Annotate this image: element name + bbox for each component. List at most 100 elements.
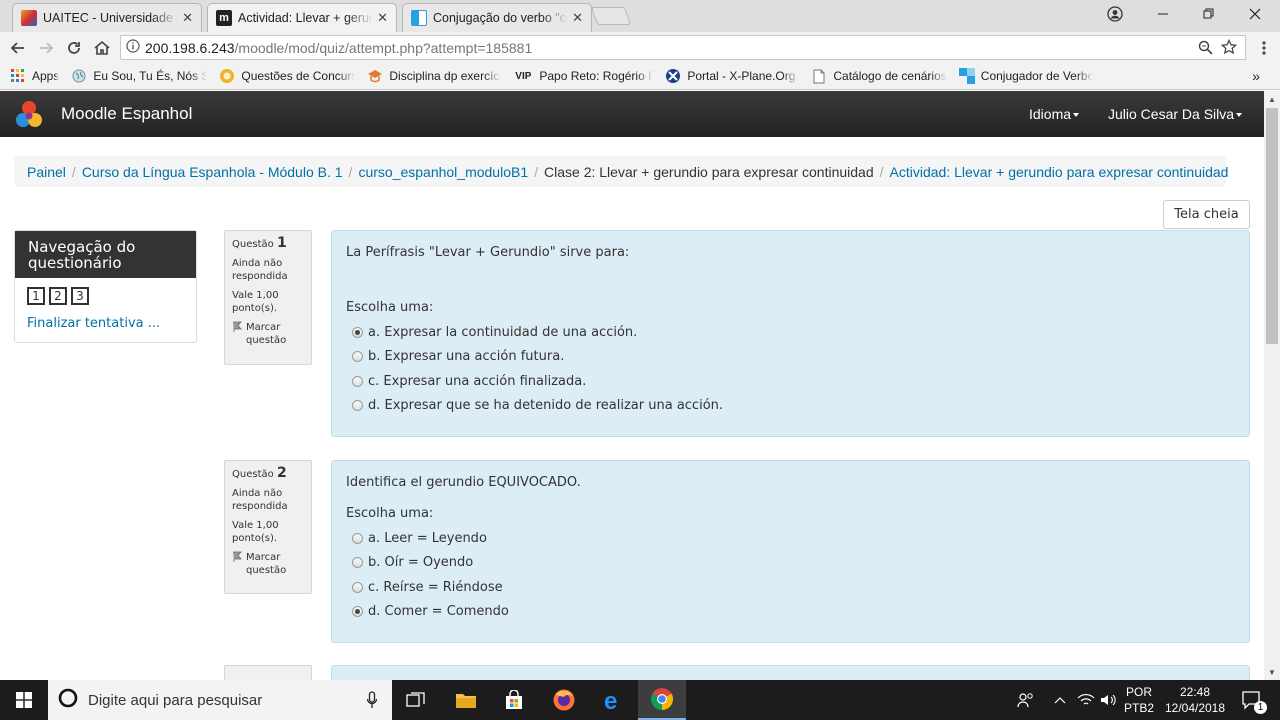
moodle-logo-icon[interactable] — [14, 100, 44, 130]
people-icon[interactable] — [1012, 680, 1040, 720]
radio-icon[interactable] — [352, 351, 363, 363]
close-tab-icon[interactable]: ✕ — [572, 10, 583, 26]
bookmark-questoes[interactable]: Questões de Concurs — [219, 68, 355, 84]
address-bar[interactable]: 200.198.6.243/moodle/mod/quiz/attempt.ph… — [120, 35, 1246, 60]
task-view-icon[interactable] — [392, 680, 440, 720]
radio-icon[interactable] — [352, 400, 363, 412]
firefox-icon[interactable] — [540, 680, 588, 720]
tab-title: Conjugação do verbo "co — [433, 11, 569, 25]
show-hidden-icons-chevron-up-icon[interactable] — [1050, 680, 1070, 720]
language-menu[interactable]: Idioma — [1029, 106, 1080, 122]
windows-start-icon[interactable] — [0, 680, 48, 720]
answer-label[interactable]: c. Reírse = Riéndose — [368, 580, 503, 595]
answer-option-b[interactable]: b. Expresar una acción futura. — [346, 345, 1235, 370]
answer-option-a[interactable]: a. Leer = Leyendo — [346, 526, 1235, 551]
browser-tab-actividad[interactable]: m Actividad: Llevar + gerun ✕ — [207, 3, 397, 32]
answer-option-c[interactable]: c. Expresar una acción finalizada. — [346, 369, 1235, 394]
browser-tab-uaitec[interactable]: UAITEC - Universidade A ✕ — [12, 3, 202, 32]
file-explorer-icon[interactable] — [442, 680, 490, 720]
chrome-icon[interactable] — [638, 680, 686, 720]
answer-option-d[interactable]: d. Expresar que se ha detenido de realiz… — [346, 394, 1235, 419]
scroll-down-arrow-icon[interactable]: ▼ — [1264, 664, 1280, 680]
close-tab-icon[interactable]: ✕ — [377, 10, 388, 26]
answer-label[interactable]: c. Expresar una acción finalizada. — [368, 374, 586, 389]
edge-icon[interactable]: e — [590, 680, 638, 720]
finish-attempt-link[interactable]: Finalizar tentativa ... — [27, 316, 160, 331]
bookmark-eu-sou[interactable]: Eu Sou, Tu És, Nós Sc — [71, 68, 207, 84]
answer-option-b[interactable]: b. Oír = Oyendo — [346, 551, 1235, 576]
question-3-info — [224, 665, 312, 680]
input-language-indicator[interactable]: POR PTB2 — [1122, 680, 1156, 720]
system-clock[interactable]: 22:48 12/04/2018 — [1160, 680, 1230, 720]
bookmark-disciplina[interactable]: Disciplina dp exercíci — [367, 68, 501, 84]
user-menu[interactable]: Julio Cesar Da Silva — [1108, 106, 1243, 122]
browser-tab-conjugacao[interactable]: Conjugação do verbo "co ✕ — [402, 3, 592, 32]
radio-selected-icon[interactable] — [352, 606, 363, 618]
volume-icon[interactable] — [1098, 680, 1120, 720]
question-3-content — [331, 665, 1250, 680]
bookmark-xplane[interactable]: Portal - X-Plane.Org F — [665, 68, 799, 84]
bookmark-apps[interactable]: Apps — [10, 68, 59, 84]
forward-arrow-icon[interactable] — [34, 36, 58, 60]
site-info-icon[interactable] — [121, 39, 145, 56]
chevron-down-icon — [1236, 113, 1243, 118]
radio-icon[interactable] — [352, 581, 363, 593]
apps-grid-icon — [10, 68, 26, 84]
questoes-icon — [219, 68, 235, 84]
breadcrumb-course[interactable]: Curso da Língua Espanhola - Módulo B. 1 — [82, 164, 343, 180]
bookmark-papo-reto[interactable]: VIP Papo Reto: Rogério Fe — [513, 68, 653, 84]
answer-label[interactable]: d. Expresar que se ha detenido de realiz… — [368, 398, 723, 413]
answer-label[interactable]: b. Expresar una acción futura. — [368, 349, 564, 364]
radio-icon[interactable] — [352, 532, 363, 544]
breadcrumb-activity[interactable]: Actividad: Llevar + gerundio para expres… — [890, 164, 1229, 180]
scrollbar-thumb[interactable] — [1266, 108, 1278, 344]
answer-option-d[interactable]: d. Comer = Comendo — [346, 600, 1235, 625]
minimize-window-icon[interactable] — [1140, 0, 1186, 28]
question-number: Questão 1 — [232, 235, 287, 251]
action-center-icon[interactable]: 1 — [1234, 680, 1270, 720]
disciplina-icon — [367, 68, 383, 84]
uaitec-favicon-icon — [21, 10, 37, 26]
bookmark-star-icon[interactable] — [1220, 38, 1238, 58]
back-arrow-icon[interactable] — [6, 36, 30, 60]
zoom-magnifier-icon[interactable] — [1198, 40, 1213, 58]
close-tab-icon[interactable]: ✕ — [182, 10, 193, 26]
quiz-nav-question-3[interactable]: 3 — [71, 287, 89, 305]
answer-option-c[interactable]: c. Reírse = Riéndose — [346, 575, 1235, 600]
question-text: Identifica el gerundio EQUIVOCADO. — [346, 475, 581, 490]
answer-option-a[interactable]: a. Expresar la continuidad de una acción… — [346, 320, 1235, 345]
question-state: Ainda não respondida — [232, 258, 288, 282]
flag-question-toggle[interactable]: Marcar questão — [232, 551, 304, 577]
quiz-nav-question-2[interactable]: 2 — [49, 287, 67, 305]
wifi-icon[interactable] — [1074, 680, 1098, 720]
bookmark-catalogo[interactable]: Catálogo de cenários — [811, 68, 947, 84]
page-scrollbar[interactable]: ▲ ▼ — [1264, 91, 1280, 680]
bookmark-conjugador[interactable]: Conjugador de Verbo — [958, 68, 1093, 84]
bookmarks-overflow-icon[interactable]: » — [1252, 68, 1260, 84]
radio-icon[interactable] — [352, 557, 363, 569]
quiz-nav-question-1[interactable]: 1 — [27, 287, 45, 305]
answer-label[interactable]: a. Expresar la continuidad de una acción… — [368, 325, 637, 340]
store-bag-icon[interactable] — [490, 680, 538, 720]
answer-label[interactable]: d. Comer = Comendo — [368, 604, 509, 619]
close-window-icon[interactable] — [1232, 0, 1278, 28]
site-brand[interactable]: Moodle Espanhol — [61, 104, 192, 124]
bookmark-label: Catálogo de cenários — [833, 69, 947, 83]
breadcrumb-course-short[interactable]: curso_espanhol_moduloB1 — [358, 164, 528, 180]
chrome-menu-icon[interactable] — [1252, 36, 1276, 60]
fullscreen-button[interactable]: Tela cheia — [1163, 200, 1250, 229]
profile-icon[interactable] — [1092, 0, 1138, 28]
answer-label[interactable]: b. Oír = Oyendo — [368, 555, 473, 570]
scroll-up-arrow-icon[interactable]: ▲ — [1264, 91, 1280, 107]
answer-label[interactable]: a. Leer = Leyendo — [368, 531, 487, 546]
radio-selected-icon[interactable] — [352, 326, 363, 338]
restore-window-icon[interactable] — [1186, 0, 1232, 28]
reload-icon[interactable] — [62, 36, 86, 60]
taskbar-search-box[interactable]: Digite aqui para pesquisar — [48, 680, 392, 720]
radio-icon[interactable] — [352, 375, 363, 387]
home-icon[interactable] — [90, 36, 114, 60]
microphone-icon[interactable] — [366, 691, 378, 713]
flag-question-toggle[interactable]: Marcar questão — [232, 321, 304, 347]
breadcrumb-painel[interactable]: Painel — [27, 164, 66, 180]
new-tab-button[interactable] — [590, 7, 632, 25]
